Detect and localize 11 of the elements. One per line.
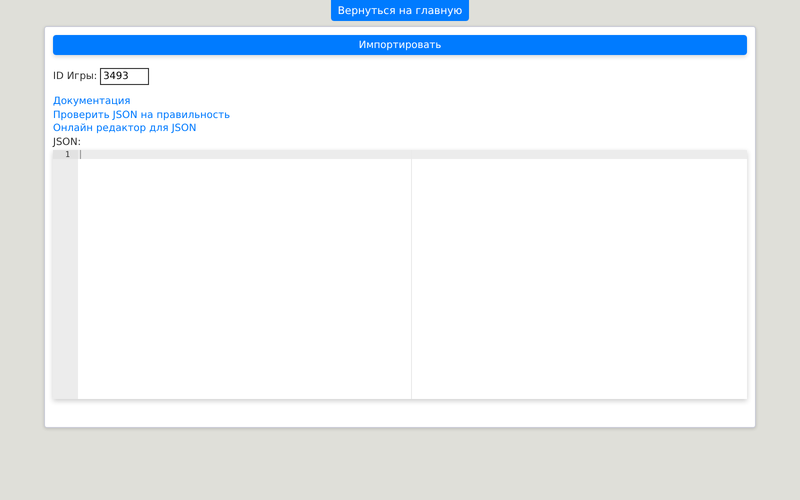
import-button[interactable]: Импортировать — [53, 35, 747, 55]
editor-label: JSON: — [53, 136, 82, 149]
code-editor[interactable]: 1 — [53, 150, 747, 399]
line-number: 1 — [53, 150, 78, 159]
home-button[interactable]: Вернуться на главную — [330, 0, 470, 21]
link[interactable]: Проверить JSON на правильность — [53, 108, 230, 122]
input-field[interactable]: 3493 — [100, 68, 150, 85]
field-label: ID Игры: — [53, 71, 98, 82]
link[interactable]: Документация — [53, 95, 130, 108]
link[interactable]: Онлайн редактор для JSON — [53, 122, 196, 136]
text-cursor — [80, 150, 81, 159]
